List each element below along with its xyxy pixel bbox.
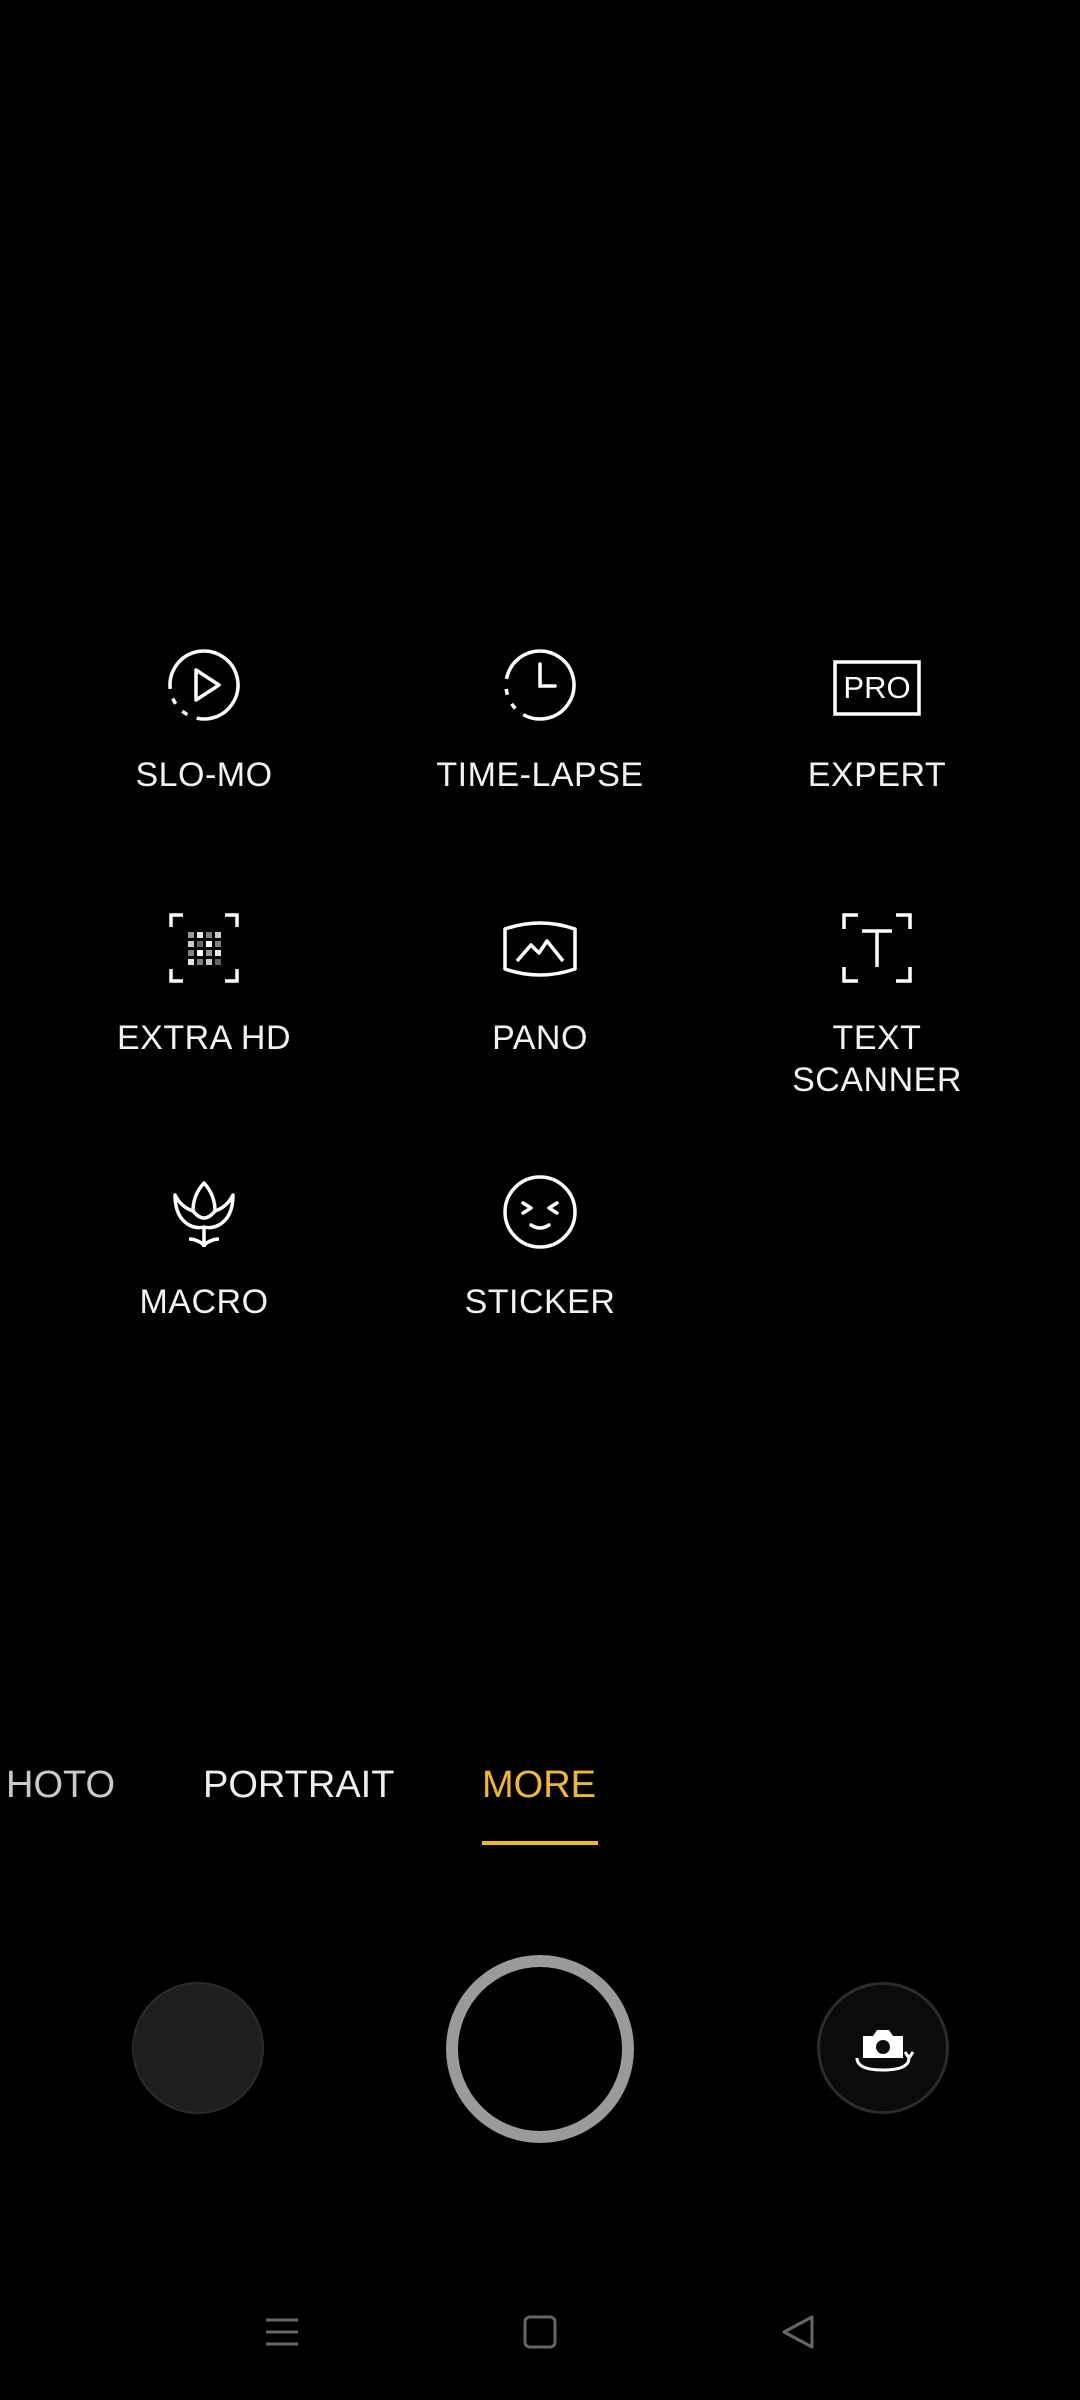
mode-time-lapse[interactable]: TIME-LAPSE — [390, 640, 690, 796]
tab-portrait[interactable]: PORTRAIT — [203, 1755, 394, 1815]
shutter-button[interactable] — [446, 1955, 634, 2143]
nav-menu-button[interactable] — [252, 2302, 312, 2362]
mode-label: SLO-MO — [135, 756, 273, 794]
pano-icon — [503, 921, 577, 977]
time-lapse-icon — [504, 649, 576, 721]
slo-mo-icon — [168, 649, 240, 721]
sticker-face-icon — [503, 1175, 577, 1249]
mode-label: MACRO — [139, 1283, 269, 1321]
mode-label: EXPERT — [807, 756, 947, 794]
tab-more-underline — [482, 1841, 598, 1845]
mode-sticker[interactable]: STICKER — [390, 1167, 690, 1323]
macro-flower-icon — [173, 1181, 235, 1248]
back-triangle-icon — [782, 2315, 814, 2349]
mode-macro[interactable]: MACRO — [54, 1167, 354, 1323]
nav-back-button[interactable] — [768, 2302, 828, 2362]
home-square-icon — [523, 2315, 557, 2349]
mode-pano[interactable]: PANO — [390, 903, 690, 1059]
mode-expert[interactable]: PRO EXPERT — [727, 640, 1027, 796]
mode-slo-mo[interactable]: SLO-MO — [54, 640, 354, 796]
mode-extra-hd[interactable]: EXTRA HD — [54, 903, 354, 1059]
switch-camera-button[interactable] — [817, 1982, 949, 2114]
text-scanner-icon — [842, 913, 912, 983]
switch-camera-icon — [855, 2030, 915, 2072]
system-nav-bar — [0, 2280, 1080, 2380]
mode-label: PANO — [492, 1019, 588, 1057]
nav-home-button[interactable] — [510, 2302, 570, 2362]
pro-icon-text: PRO — [843, 670, 910, 705]
camera-mode-tabs: HOTO PORTRAIT MORE — [0, 1755, 1080, 1845]
tab-photo[interactable]: HOTO — [6, 1755, 115, 1815]
mode-label: TEXT SCANNER — [792, 1019, 962, 1099]
mode-label: EXTRA HD — [116, 1019, 292, 1057]
menu-icon — [266, 2318, 298, 2346]
mode-label: TIME-LAPSE — [436, 756, 644, 794]
gallery-thumbnail[interactable] — [132, 1982, 264, 2114]
extra-hd-icon — [169, 913, 239, 983]
mode-label: STICKER — [464, 1283, 616, 1321]
pro-icon: PRO — [833, 660, 921, 716]
tab-more[interactable]: MORE — [482, 1755, 596, 1815]
mode-text-scanner[interactable]: TEXT SCANNER — [727, 903, 1027, 1101]
